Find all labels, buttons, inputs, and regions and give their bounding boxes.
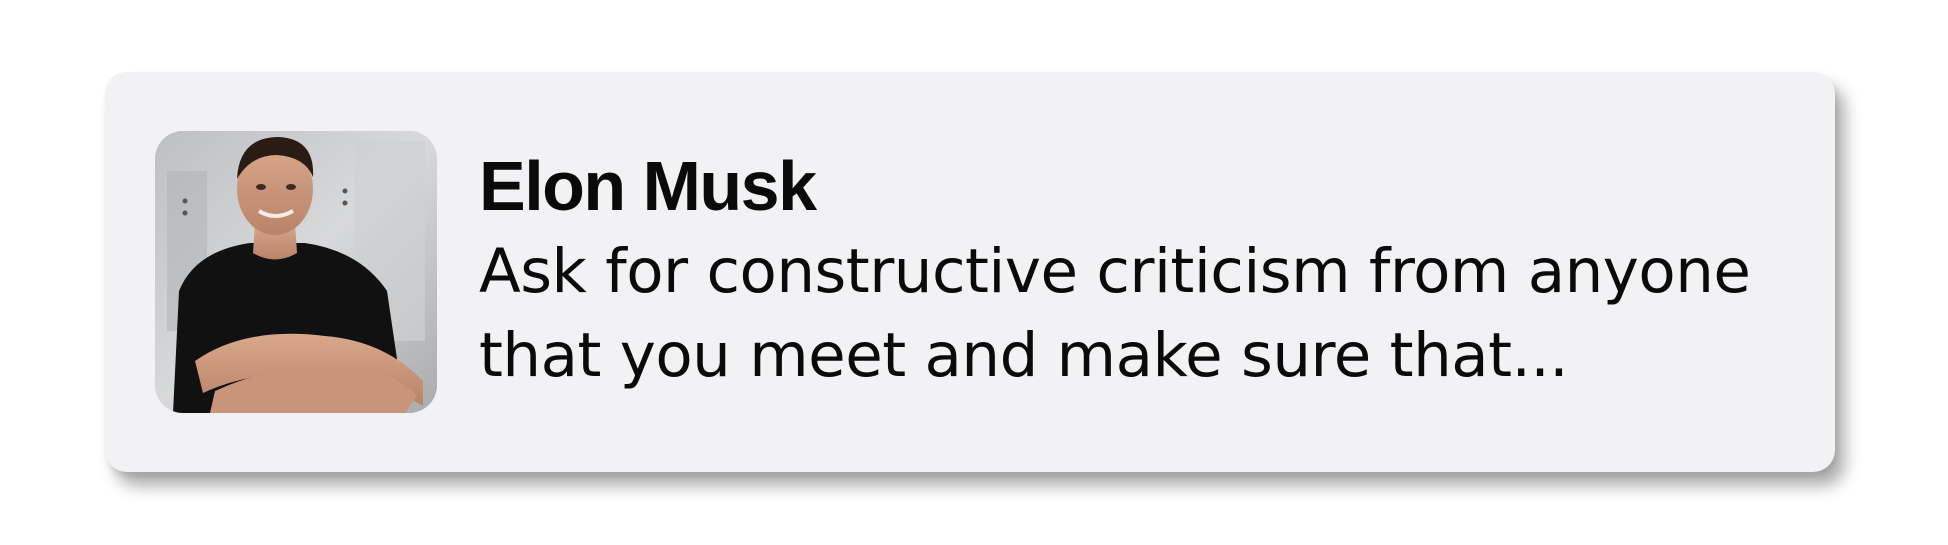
- avatar: [155, 131, 437, 413]
- message-preview: Ask for constructive criticism from anyo…: [479, 236, 1751, 391]
- sender-name: Elon Musk: [479, 147, 817, 225]
- avatar-photo-icon: [155, 131, 437, 413]
- notification-content: Elon Musk Ask for constructive criticism…: [479, 146, 1809, 398]
- notification-card[interactable]: Elon Musk Ask for constructive criticism…: [105, 72, 1835, 472]
